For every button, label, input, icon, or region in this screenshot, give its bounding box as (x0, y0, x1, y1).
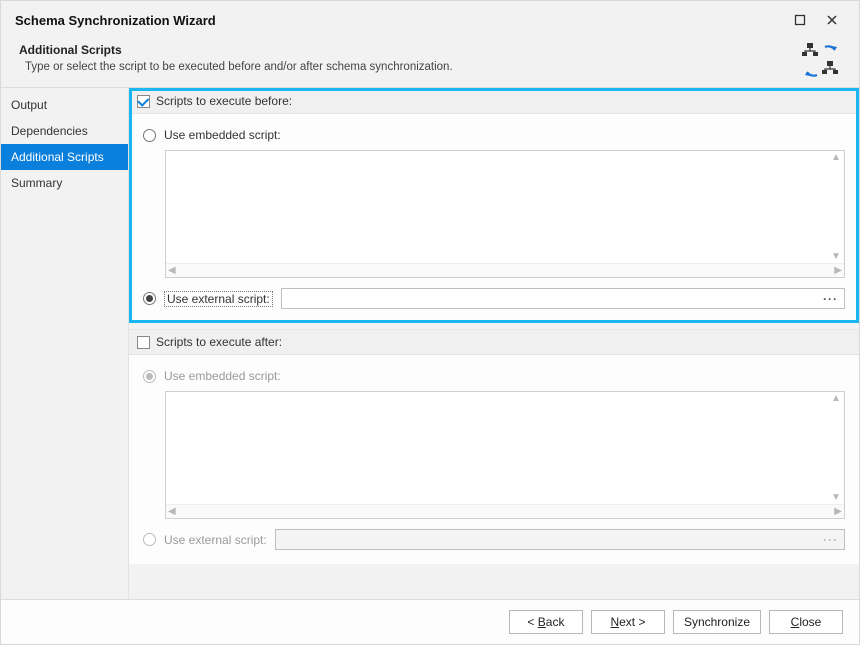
scroll-up-icon: ▲ (831, 393, 843, 404)
section-scripts-after: Scripts to execute after: Use embedded s… (129, 329, 859, 564)
checkbox-scripts-before[interactable] (137, 95, 150, 108)
titlebar: Schema Synchronization Wizard (15, 9, 845, 31)
scroll-down-icon: ▼ (831, 492, 843, 503)
after-embedded-script-area: ▲ ▼ ◀ ▶ (165, 391, 845, 519)
sidebar-item-additional-scripts[interactable]: Additional Scripts (1, 144, 128, 170)
radio-row-after-embedded: Use embedded script: (143, 369, 845, 383)
maximize-button[interactable] (793, 13, 807, 27)
sidebar: Output Dependencies Additional Scripts S… (1, 88, 129, 599)
section-after-label: Scripts to execute after: (156, 335, 282, 349)
section-after-header: Scripts to execute after: (129, 330, 859, 355)
scroll-down-icon: ▼ (831, 251, 843, 262)
scroll-up-icon: ▲ (831, 152, 843, 163)
after-external-script-input: ··· (275, 529, 845, 550)
synchronize-button[interactable]: Synchronize (673, 610, 761, 634)
close-wizard-button[interactable]: Close (769, 610, 843, 634)
sidebar-item-dependencies[interactable]: Dependencies (1, 118, 128, 144)
page-subtitle: Additional Scripts (19, 43, 845, 57)
scroll-left-icon: ◀ (168, 265, 176, 276)
section-scripts-before: Scripts to execute before: Use embedded … (129, 88, 859, 323)
before-embedded-script-area[interactable]: ▲ ▼ ◀ ▶ (165, 150, 845, 278)
body: Output Dependencies Additional Scripts S… (1, 88, 859, 599)
content: Scripts to execute before: Use embedded … (129, 88, 859, 599)
sidebar-item-output[interactable]: Output (1, 92, 128, 118)
page-description: Type or select the script to be executed… (25, 61, 845, 73)
sidebar-item-label: Additional Scripts (11, 150, 104, 164)
section-after-body: Use embedded script: ▲ ▼ ◀ ▶ (129, 355, 859, 564)
back-button[interactable]: < Back (509, 610, 583, 634)
before-external-script-input[interactable]: ··· (281, 288, 845, 309)
scrollbar-horizontal: ◀ ▶ (166, 504, 844, 518)
header: Schema Synchronization Wizard Additional… (1, 1, 859, 88)
radio-after-embedded-label: Use embedded script: (164, 369, 281, 383)
scrollbar-vertical: ▲ ▼ (831, 393, 843, 503)
footer: < Back Next > Synchronize Close (1, 599, 859, 644)
scrollbar-horizontal[interactable]: ◀ ▶ (166, 263, 844, 277)
radio-before-embedded-label: Use embedded script: (164, 128, 281, 142)
scroll-right-icon: ▶ (834, 506, 842, 517)
radio-before-embedded[interactable] (143, 129, 156, 142)
browse-icon: ··· (823, 533, 838, 547)
next-button[interactable]: Next > (591, 610, 665, 634)
checkbox-scripts-after[interactable] (137, 336, 150, 349)
sync-schema-icon (801, 41, 841, 81)
section-before-header: Scripts to execute before: (129, 89, 859, 114)
radio-after-external (143, 533, 156, 546)
scroll-right-icon: ▶ (834, 265, 842, 276)
synchronize-label: Synchronize (684, 615, 750, 629)
radio-before-external-label: Use external script: (164, 291, 273, 307)
sidebar-item-summary[interactable]: Summary (1, 170, 128, 196)
scroll-left-icon: ◀ (168, 506, 176, 517)
sidebar-item-label: Dependencies (11, 124, 88, 138)
scrollbar-vertical[interactable]: ▲ ▼ (831, 152, 843, 262)
radio-after-external-label: Use external script: (164, 533, 267, 547)
radio-after-embedded (143, 370, 156, 383)
radio-before-external[interactable] (143, 292, 156, 305)
browse-icon[interactable]: ··· (823, 292, 838, 306)
sidebar-item-label: Summary (11, 176, 62, 190)
radio-row-before-embedded: Use embedded script: (143, 128, 845, 142)
row-before-external: Use external script: ··· (143, 288, 845, 309)
window-title: Schema Synchronization Wizard (15, 13, 216, 28)
section-before-label: Scripts to execute before: (156, 94, 292, 108)
window-buttons (793, 13, 845, 27)
section-before-body: Use embedded script: ▲ ▼ ◀ ▶ (129, 114, 859, 323)
row-after-external: Use external script: ··· (143, 529, 845, 550)
wizard-window: Schema Synchronization Wizard Additional… (0, 0, 860, 645)
sidebar-item-label: Output (11, 98, 47, 112)
close-button[interactable] (825, 13, 839, 27)
